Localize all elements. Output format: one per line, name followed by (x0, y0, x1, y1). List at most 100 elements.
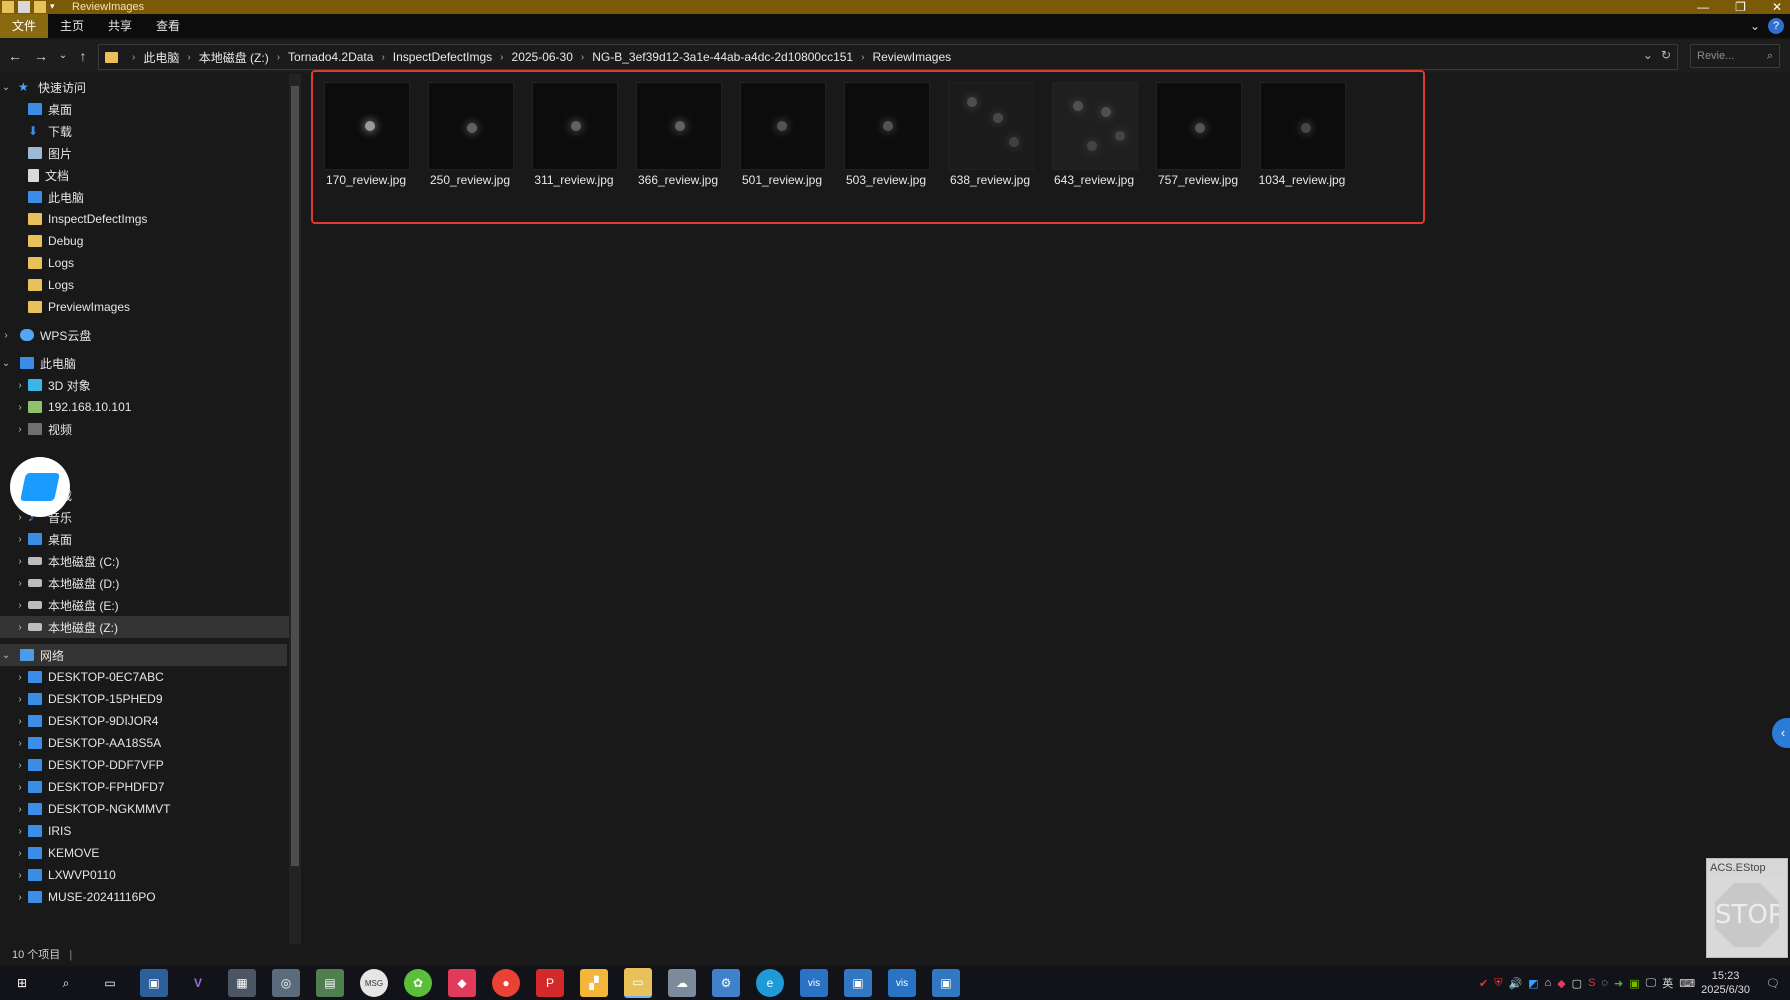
network-tool-icon[interactable]: ◎ (272, 969, 300, 997)
chevron-right-icon[interactable]: › (14, 622, 26, 633)
calculator-icon[interactable]: ▦ (228, 969, 256, 997)
nav-this-pc[interactable]: ⌄ 此电脑 (0, 352, 287, 374)
expand-ribbon-icon[interactable]: ⌄ (1750, 19, 1760, 33)
msg-app-icon[interactable]: MSG (360, 969, 388, 997)
breadcrumb-drive-z[interactable]: 本地磁盘 (Z:) (199, 49, 269, 66)
chevron-down-icon[interactable]: ⌄ (0, 358, 12, 369)
file-explorer-icon[interactable]: ▭ (624, 968, 652, 998)
chevron-right-icon[interactable]: › (14, 760, 26, 771)
stop-sign-icon[interactable]: STOP (1715, 883, 1779, 947)
chevron-right-icon[interactable]: › (14, 534, 26, 545)
forward-arrow-icon[interactable]: → (32, 47, 50, 65)
chevron-right-icon[interactable]: › (14, 782, 26, 793)
nav-network-host[interactable]: › DESKTOP-FPHDFD7 (0, 776, 289, 798)
red-app-icon[interactable]: ◆ (448, 969, 476, 997)
nav-network-host[interactable]: › MUSE-20241116PO (0, 886, 289, 908)
monitor-tray-icon[interactable]: 🖵 (1646, 977, 1657, 990)
nav-videos[interactable]: › 视频 (0, 418, 289, 440)
nav-quick-logs-2[interactable]: Logs (0, 274, 289, 296)
help-icon[interactable]: ? (1768, 18, 1784, 34)
nav-network-host[interactable]: › DESKTOP-DDF7VFP (0, 754, 289, 776)
estop-widget[interactable]: ACS.EStop STOP (1706, 858, 1788, 958)
nav-quick-previewimages[interactable]: PreviewImages (0, 296, 289, 318)
remote-desktop-icon[interactable]: ▣ (140, 969, 168, 997)
chevron-down-icon[interactable]: ⌄ (0, 650, 12, 661)
minimize-button[interactable]: — (1697, 0, 1709, 14)
nav-network-host[interactable]: › LXWVP0110 (0, 864, 289, 886)
start-icon[interactable]: ⊞ (8, 969, 36, 997)
nav-scrollbar[interactable] (289, 74, 301, 944)
nav-quick-debug[interactable]: Debug (0, 230, 289, 252)
chevron-right-icon[interactable]: › (14, 402, 26, 413)
file-item[interactable]: 170_review.jpg (314, 82, 410, 187)
box-tray-icon[interactable]: ▢ (1572, 977, 1582, 990)
app-icon[interactable]: ▤ (316, 969, 344, 997)
sync-tray-icon[interactable]: ◌ (1601, 977, 1608, 989)
keyboard-icon[interactable]: ⌨ (1679, 977, 1695, 990)
vis-app-icon[interactable]: vis (800, 969, 828, 997)
nav-drive-e[interactable]: › 本地磁盘 (E:) (0, 594, 289, 616)
floating-app-button[interactable] (10, 457, 70, 517)
recent-locations-chevron-icon[interactable]: ⌄ (54, 47, 72, 65)
security-icon[interactable]: ⛨ (1494, 977, 1502, 990)
address-dropdown-icon[interactable]: ⌄ (1643, 48, 1653, 62)
chevron-right-icon[interactable]: › (14, 826, 26, 837)
chevron-right-icon[interactable]: › (0, 330, 12, 341)
arrow-tray-icon[interactable]: ➜ (1614, 977, 1623, 990)
tab-home[interactable]: 主页 (48, 14, 96, 38)
chevron-right-icon[interactable]: › (14, 578, 26, 589)
tab-view[interactable]: 查看 (144, 14, 192, 38)
notification-icon[interactable]: 🗨 (1766, 977, 1780, 990)
refresh-icon[interactable]: ↻ (1661, 48, 1671, 62)
file-item[interactable]: 503_review.jpg (834, 82, 930, 187)
nav-network-host[interactable]: › DESKTOP-0EC7ABC (0, 666, 289, 688)
chevron-right-icon[interactable]: › (14, 424, 26, 435)
file-item[interactable]: 501_review.jpg (730, 82, 826, 187)
edge-icon[interactable]: e (756, 969, 784, 997)
nav-network[interactable]: ⌄ 网络 (0, 644, 287, 666)
nav-network-host[interactable]: › DESKTOP-15PHED9 (0, 688, 289, 710)
pdf-app-icon[interactable]: P (536, 969, 564, 997)
nav-drive-z[interactable]: › 本地磁盘 (Z:) (0, 616, 289, 638)
nav-quick-inspectdefectimgs[interactable]: InspectDefectImgs 📌 (0, 208, 289, 230)
customize-dropdown-icon[interactable]: ▾ (50, 1, 62, 13)
close-button[interactable]: ✕ (1772, 0, 1782, 14)
app-tray-icon[interactable]: ◩ (1528, 977, 1538, 990)
chevron-right-icon[interactable]: › (14, 672, 26, 683)
chevron-right-icon[interactable]: › (14, 804, 26, 815)
nav-quick-this-pc[interactable]: 此电脑 📌 (0, 186, 289, 208)
nav-desktop[interactable]: › 桌面 (0, 528, 289, 550)
task-view-icon[interactable]: ▭ (96, 969, 124, 997)
breadcrumb-this-pc[interactable]: 此电脑 (143, 49, 179, 66)
nav-quick-access[interactable]: ⌄ ★ 快速访问 (0, 76, 287, 98)
nav-quick-logs[interactable]: Logs (0, 252, 289, 274)
colorful-app-icon[interactable]: ▞ (580, 969, 608, 997)
scrollbar-thumb[interactable] (291, 86, 299, 866)
file-item[interactable]: 311_review.jpg (522, 82, 618, 187)
shield-icon[interactable]: ✔ (1479, 977, 1488, 990)
nav-network-host[interactable]: › DESKTOP-NGKMMVT (0, 798, 289, 820)
breadcrumb-reviewimages[interactable]: ReviewImages (872, 50, 951, 64)
chevron-right-icon[interactable]: › (14, 512, 26, 523)
chrome-icon[interactable]: ● (492, 969, 520, 997)
nav-drive-c[interactable]: › 本地磁盘 (C:) (0, 550, 289, 572)
file-item[interactable]: 757_review.jpg (1146, 82, 1242, 187)
chevron-right-icon[interactable]: › (14, 716, 26, 727)
file-item[interactable]: 1034_review.jpg (1250, 82, 1346, 187)
file-item[interactable]: 643_review.jpg (1042, 82, 1138, 187)
nav-quick-desktop[interactable]: 桌面 📌 (0, 98, 289, 120)
breadcrumb-ng-folder[interactable]: NG-B_3ef39d12-3a1e-44ab-a4dc-2d10800cc15… (592, 50, 853, 64)
tool-app-icon[interactable]: ⚙ (712, 969, 740, 997)
address-bar[interactable]: › 此电脑 › 本地磁盘 (Z:) › Tornado4.2Data › Inspec… (98, 44, 1678, 70)
file-item[interactable]: 250_review.jpg (418, 82, 514, 187)
file-item[interactable]: 366_review.jpg (626, 82, 722, 187)
clock[interactable]: 15:23 2025/6/30 (1701, 969, 1750, 997)
search-input[interactable]: Revie... ⌕ (1690, 44, 1780, 68)
chevron-right-icon[interactable]: › (14, 892, 26, 903)
nav-network-host[interactable]: › KEMOVE (0, 842, 289, 864)
breadcrumb-date[interactable]: 2025-06-30 (512, 50, 573, 64)
tab-share[interactable]: 共享 (96, 14, 144, 38)
window-app-icon[interactable]: ▣ (844, 969, 872, 997)
up-arrow-icon[interactable]: ↑ (74, 47, 92, 65)
breadcrumb-tornado[interactable]: Tornado4.2Data (288, 50, 373, 64)
